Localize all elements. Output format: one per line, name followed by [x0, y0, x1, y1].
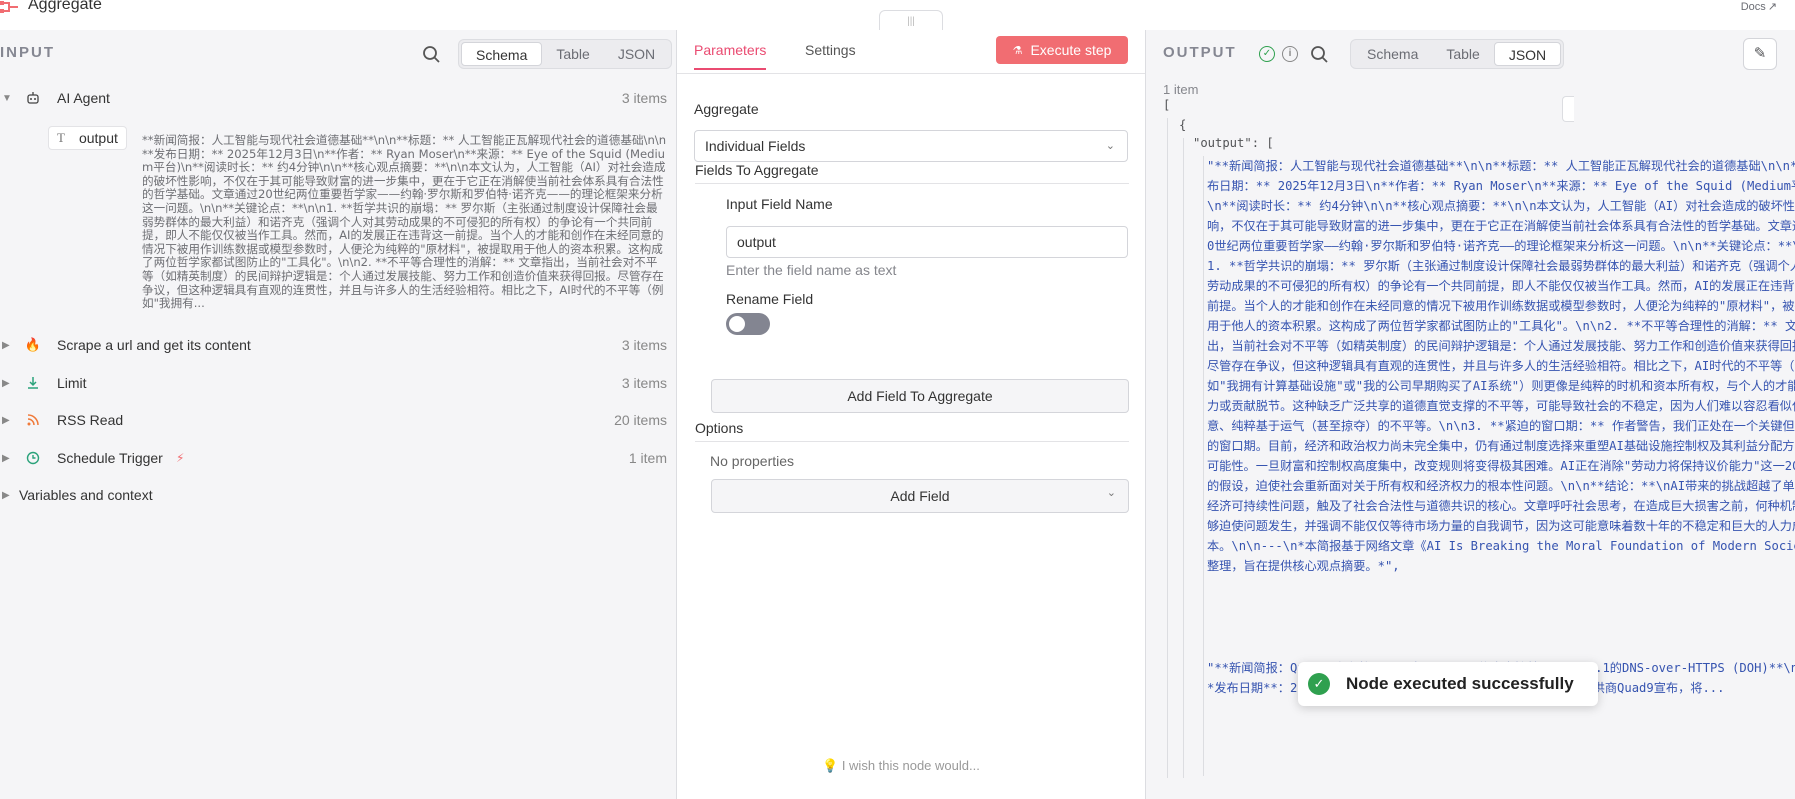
- json-string-item: "**新闻简报：人工智能与现代社会道德基础**\n\n**标题：** 人工智能正…: [1207, 159, 1795, 573]
- variables-label: Variables and context: [19, 487, 153, 503]
- scrollbar-handle[interactable]: [1562, 96, 1574, 122]
- execute-step-label: Execute step: [1030, 42, 1112, 58]
- json-guide: [1183, 138, 1184, 778]
- input-view-schema[interactable]: Schema: [461, 42, 543, 66]
- rss-icon: [24, 411, 42, 429]
- field-badge-output[interactable]: T output: [48, 126, 127, 150]
- fields-to-aggregate-header: Fields To Aggregate: [695, 162, 1129, 184]
- bolt-icon: ⚡: [176, 451, 185, 465]
- tab-parameters[interactable]: Parameters: [694, 42, 767, 70]
- parameter-tabs: Parameters Settings ⚗ Execute step: [677, 30, 1145, 74]
- json-open-brace: {: [1179, 118, 1187, 132]
- clock-icon: [24, 449, 42, 467]
- tree-row-count: 3 items: [621, 337, 667, 353]
- limit-icon: [24, 374, 42, 392]
- tree-row-label: Schedule Trigger: [57, 450, 163, 466]
- output-view-schema[interactable]: Schema: [1353, 42, 1432, 66]
- tree-row-count: 3 items: [621, 375, 667, 391]
- search-icon[interactable]: [1310, 45, 1330, 65]
- input-panel-header: INPUT: [0, 44, 55, 61]
- output-panel-header: OUTPUT: [1163, 44, 1237, 61]
- rename-field-label: Rename Field: [726, 291, 814, 307]
- check-circle-icon: ✓: [1308, 673, 1330, 695]
- chevron-down-icon[interactable]: ▼: [2, 93, 12, 104]
- rename-field-toggle[interactable]: [726, 313, 770, 335]
- flask-icon: ⚗: [1012, 44, 1023, 57]
- chevron-right-icon[interactable]: ▶: [2, 453, 10, 464]
- add-field-label: Add Field: [890, 488, 950, 504]
- output-items-count: 1 item: [1163, 82, 1199, 97]
- input-view-toggle: Schema Table JSON: [458, 39, 673, 69]
- tree-row-schedule[interactable]: ▶ Schedule Trigger ⚡ 1 item: [0, 443, 676, 473]
- chevron-right-icon[interactable]: ▶: [2, 490, 10, 501]
- docs-label[interactable]: Docs: [1741, 1, 1766, 13]
- output-view-json[interactable]: JSON: [1493, 42, 1562, 66]
- node-title: Aggregate: [28, 0, 102, 13]
- json-open-bracket: [: [1163, 98, 1171, 112]
- chevron-down-icon: ⌄: [1105, 140, 1115, 152]
- tree-row-scrape[interactable]: ▶ 🔥 Scrape a url and get its content 3 i…: [0, 330, 676, 360]
- tab-settings[interactable]: Settings: [805, 42, 856, 58]
- tree-row-count: 1 item: [628, 450, 667, 466]
- lightbulb-icon: 💡: [822, 758, 839, 773]
- chevron-down-icon: ⌄: [1106, 487, 1116, 499]
- tree-row-variables[interactable]: ▶ Variables and context: [0, 480, 676, 510]
- parameters-panel: Parameters Settings ⚗ Execute step Aggre…: [676, 30, 1146, 799]
- input-field-name-value: output: [737, 234, 776, 250]
- chevron-right-icon[interactable]: ▶: [2, 415, 10, 426]
- pencil-icon[interactable]: ✎: [1743, 38, 1777, 70]
- field-value-preview: **新闻简报：人工智能与现代社会道德基础**\n\n**标题：** 人工智能正瓦…: [142, 133, 667, 311]
- toggle-knob: [729, 316, 745, 332]
- chevron-right-icon[interactable]: ▶: [2, 378, 10, 389]
- input-field-hint: Enter the field name as text: [726, 262, 897, 278]
- success-toast: ✓ Node executed successfully: [1298, 662, 1598, 706]
- add-field-button[interactable]: Add Field ⌄: [711, 479, 1129, 513]
- output-view-toggle: Schema Table JSON: [1350, 39, 1565, 69]
- tree-row-label: Scrape a url and get its content: [57, 337, 251, 353]
- robot-icon: [24, 89, 42, 107]
- aggregate-select[interactable]: Individual Fields ⌄: [694, 130, 1128, 162]
- tree-row-ai-agent[interactable]: ▼ AI Agent 3 items: [0, 83, 676, 113]
- tree-row-count: 3 items: [621, 90, 667, 106]
- tree-row-limit[interactable]: ▶ Limit 3 items: [0, 368, 676, 398]
- input-field-name-label: Input Field Name: [726, 196, 833, 212]
- feedback-link[interactable]: 💡 I wish this node would...: [822, 758, 980, 774]
- aggregate-label: Aggregate: [694, 101, 759, 117]
- tree-row-rss[interactable]: ▶ RSS Read 20 items: [0, 405, 676, 435]
- string-type-icon: T: [57, 130, 65, 145]
- search-icon[interactable]: [422, 45, 442, 65]
- aggregate-node-icon: [0, 1, 18, 13]
- output-view-table[interactable]: Table: [1432, 42, 1493, 66]
- input-view-json[interactable]: JSON: [604, 42, 669, 66]
- tree-row-label: Limit: [57, 375, 87, 391]
- info-icon[interactable]: i: [1282, 46, 1298, 62]
- options-header: Options: [695, 420, 1129, 442]
- json-guide: [1203, 156, 1204, 776]
- feedback-label: I wish this node would...: [841, 758, 980, 773]
- aggregate-select-value: Individual Fields: [705, 138, 806, 154]
- fire-icon: 🔥: [24, 337, 42, 352]
- docs-link[interactable]: Docs ↗: [1739, 0, 1777, 13]
- tree-row-label: AI Agent: [57, 90, 110, 106]
- json-key-output: "output": [: [1193, 136, 1274, 150]
- field-name: output: [78, 130, 118, 146]
- add-field-to-aggregate-button[interactable]: Add Field To Aggregate: [711, 379, 1129, 413]
- no-properties-text: No properties: [710, 453, 795, 469]
- input-panel: INPUT Schema Table JSON ▼ AI Agent 3 ite…: [0, 30, 676, 799]
- json-guide: [1167, 118, 1168, 778]
- input-view-table[interactable]: Table: [542, 42, 603, 66]
- tree-row-label: RSS Read: [57, 412, 124, 428]
- chevron-right-icon[interactable]: ▶: [2, 340, 10, 351]
- external-link-icon: ↗: [1767, 1, 1777, 13]
- input-field-name-input[interactable]: output: [726, 226, 1128, 258]
- tree-row-count: 20 items: [614, 412, 667, 428]
- toast-message: Node executed successfully: [1346, 674, 1574, 693]
- success-check-icon: ✓: [1259, 46, 1275, 62]
- execute-step-button[interactable]: ⚗ Execute step: [996, 36, 1128, 64]
